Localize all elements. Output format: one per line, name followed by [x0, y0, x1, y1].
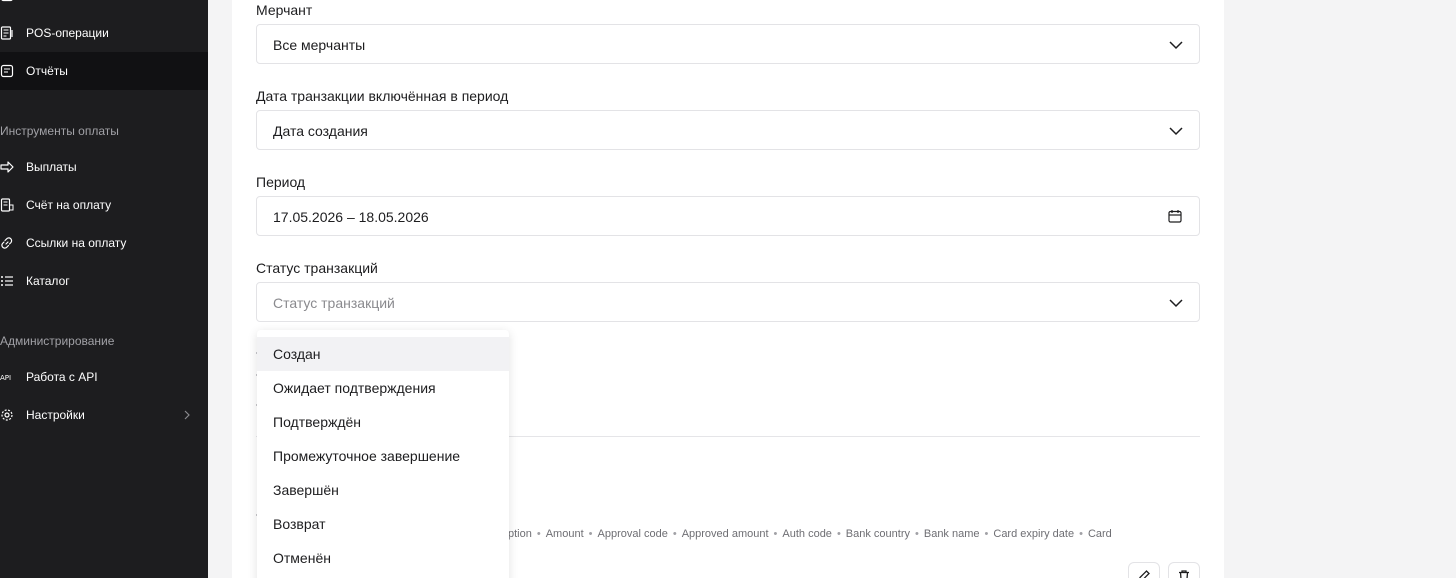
chevron-right-icon — [184, 410, 190, 420]
chevron-down-icon — [1169, 41, 1183, 50]
list-icon — [1, 276, 13, 286]
column-item: Amount — [545, 528, 584, 540]
column-separator: • — [672, 528, 677, 540]
period-picker[interactable]: 17.05.2026 – 18.05.2026 — [256, 196, 1200, 236]
calendar-icon — [1168, 210, 1182, 223]
period-label: Период — [256, 174, 306, 190]
status-option-label: Промежуточное завершение — [273, 448, 461, 464]
status-option-confirmed[interactable]: Подтверждён — [257, 405, 509, 439]
sidebar-item-hidden[interactable] — [0, 0, 208, 14]
status-option-intermediate-completion[interactable]: Промежуточное завершение — [257, 439, 509, 473]
status-dropdown-menu: Создан Ожидает подтверждения Подтверждён… — [257, 330, 509, 578]
status-option-label: Завершён — [273, 482, 339, 498]
sidebar-item-api[interactable]: API Работа с API — [0, 358, 208, 396]
merchant-label: Мерчант — [256, 2, 313, 18]
sidebar-item-label: Выплаты — [26, 160, 77, 174]
merchant-select-value: Все мерчанты — [273, 37, 366, 53]
status-option-label: Отменён — [273, 550, 331, 566]
edit-columns-button[interactable] — [1128, 562, 1160, 578]
sidebar-item-label: POS-операции — [26, 26, 109, 40]
status-option-label: Подтверждён — [273, 414, 362, 430]
report-icon — [0, 64, 14, 78]
column-separator: • — [1079, 528, 1083, 540]
date-type-label: Дата транзакции включённая в период — [256, 88, 509, 104]
column-item: Bank name — [923, 528, 980, 540]
sidebar-item-label: Каталог — [26, 274, 70, 288]
status-option-label: Возврат — [273, 516, 326, 532]
trash-icon — [1179, 570, 1189, 578]
sidebar-item-reports[interactable]: Отчёты — [0, 52, 208, 90]
column-separator: • — [915, 528, 919, 540]
date-type-select[interactable]: Дата создания — [256, 110, 1200, 150]
pos-icon — [0, 26, 13, 40]
column-separator: • — [773, 528, 778, 540]
sidebar-item-invoice[interactable]: Счёт на оплату — [0, 186, 208, 224]
sidebar-item-payouts[interactable]: Выплаты — [0, 148, 208, 186]
column-truncated: Card n... — [1087, 528, 1112, 540]
api-icon: API — [0, 374, 11, 382]
section-title-payment-tools: Инструменты оплаты — [0, 124, 119, 138]
doc-icon — [1, 0, 13, 2]
status-label: Статус транзакций — [256, 260, 378, 276]
sidebar-item-pos[interactable]: POS-операции — [0, 14, 208, 52]
column-separator: • — [836, 528, 841, 540]
status-option-refund[interactable]: Возврат — [257, 507, 509, 541]
sidebar-item-payment-links[interactable]: Ссылки на оплату — [0, 224, 208, 262]
sidebar-item-label: Отчёты — [26, 64, 68, 78]
column-item: Approved amount — [681, 528, 769, 540]
merchant-select[interactable]: Все мерчанты — [256, 24, 1200, 64]
link-icon — [1, 237, 13, 249]
selected-columns-list: ption • Amount • Approval code • Approved amou… — [508, 528, 1112, 541]
sidebar: POS-операции Отчёты Инструменты оплаты В… — [0, 0, 208, 578]
sidebar-item-label: Ссылки на оплату — [26, 236, 127, 250]
column-separator: • — [536, 528, 541, 540]
status-option-completed[interactable]: Завершён — [257, 473, 509, 507]
sidebar-item-catalog[interactable]: Каталог — [0, 262, 208, 300]
column-item: Card expiry date — [993, 528, 1075, 540]
chevron-down-icon — [1169, 127, 1183, 136]
status-select-placeholder: Статус транзакций — [273, 295, 395, 311]
invoice-icon — [0, 198, 14, 212]
column-item: Bank country — [845, 528, 910, 540]
status-option-awaiting-confirmation[interactable]: Ожидает подтверждения — [257, 371, 509, 405]
status-option-label: Ожидает подтверждения — [273, 380, 436, 396]
sidebar-item-settings[interactable]: Настройки — [0, 396, 208, 434]
column-partial: ption — [508, 528, 532, 540]
column-separator: • — [588, 528, 593, 540]
section-title-admin: Администрирование — [0, 334, 115, 348]
status-option-label: Создан — [273, 346, 321, 362]
sidebar-item-label: Работа с API — [26, 370, 98, 384]
svg-text:API: API — [0, 374, 11, 382]
delete-columns-button[interactable] — [1168, 562, 1200, 578]
column-item: Auth code — [782, 528, 832, 540]
pencil-icon — [1139, 570, 1150, 578]
column-separator: • — [984, 528, 989, 540]
arrow-right-icon — [0, 161, 14, 173]
sidebar-item-label: Настройки — [26, 408, 85, 422]
sidebar-item-label: Счёт на оплату — [26, 198, 112, 212]
date-type-select-value: Дата создания — [273, 123, 368, 139]
status-option-created[interactable]: Создан — [257, 337, 509, 371]
chevron-down-icon — [1169, 299, 1183, 308]
status-select[interactable]: Статус транзакций — [256, 282, 1200, 322]
status-option-cancelled[interactable]: Отменён — [257, 541, 509, 575]
period-picker-value: 17.05.2026 – 18.05.2026 — [273, 209, 429, 225]
gear-icon — [1, 409, 13, 421]
column-item: Approval code — [597, 528, 668, 540]
